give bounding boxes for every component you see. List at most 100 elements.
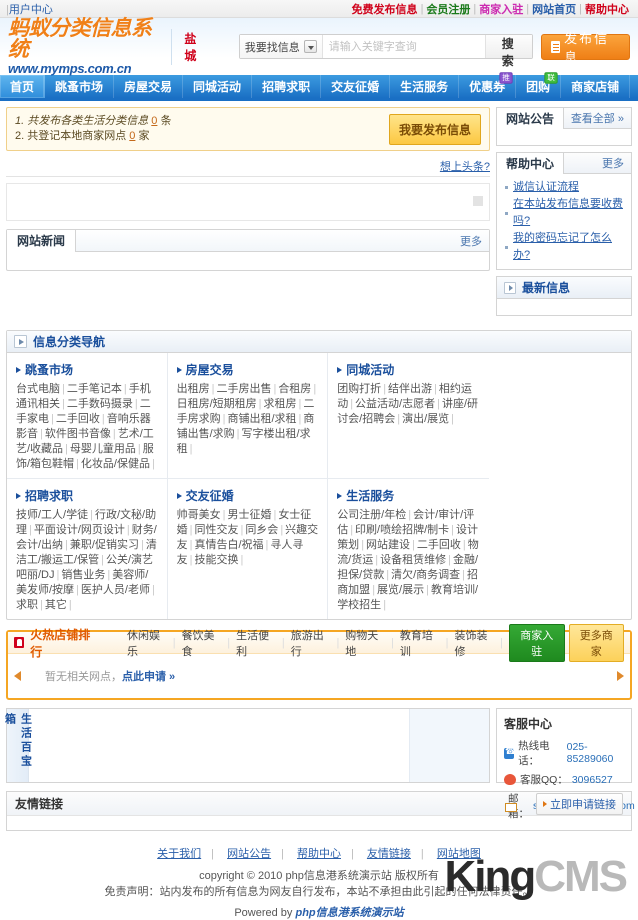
help-link-fee[interactable]: 在本站发布信息要收费吗?: [513, 196, 623, 230]
apply-here-link[interactable]: 点此申请 »: [122, 671, 175, 683]
footer-link-about[interactable]: 关于我们: [157, 848, 201, 860]
category-link[interactable]: 销售业务: [61, 569, 105, 581]
category-group-title[interactable]: 同城活动: [337, 361, 480, 378]
category-link[interactable]: 结伴出游: [388, 383, 432, 395]
category-link[interactable]: 商铺出租/求租: [227, 413, 296, 425]
footer-link-help[interactable]: 帮助中心: [297, 848, 341, 860]
free-post-link[interactable]: 免费发布信息: [352, 1, 418, 17]
user-center-link[interactable]: 用户中心: [9, 4, 53, 16]
category-group-flea-market: 跳蚤市场 台式电脑 | 二手笔记本 | 手机通讯相关 | 二手数码摄录 | 二手家电 | 二手回收 |…: [7, 353, 168, 479]
category-link[interactable]: 展览/展示: [377, 584, 424, 596]
search-type-select[interactable]: 我要找信息: [239, 35, 323, 58]
category-link[interactable]: 印刷/喷绘招牌/制卡: [355, 524, 449, 536]
merchant-join-link[interactable]: 商家入驻: [479, 1, 523, 17]
category-title-text: 交友征婚: [185, 489, 234, 503]
category-group-dating: 交友征婚 帅哥美女 | 男士征婚 | 女士征婚 | 同性交友 | 同乡会 | 兴趣交友 | 真情告白/祝…: [168, 479, 329, 619]
member-register-link[interactable]: 会员注册: [426, 1, 470, 17]
help-center-link[interactable]: 帮助中心: [585, 1, 629, 17]
help-center-panel: 帮助中心 更多 诚信认证流程 在本站发布信息要收费吗? 我的密码忘记了怎么办?: [496, 152, 632, 270]
post-info-button[interactable]: 我要发布信息: [388, 113, 481, 145]
category-group-title[interactable]: 招聘求职: [16, 487, 158, 504]
category-link[interactable]: 技师/工人/学徒: [16, 509, 88, 521]
category-link[interactable]: 同性交友: [194, 524, 238, 536]
category-link[interactable]: 化妆品/保健品: [81, 458, 150, 470]
want-headline-link[interactable]: 想上头条?: [440, 158, 490, 174]
apply-link-button[interactable]: 立即申请链接: [536, 792, 623, 815]
category-link[interactable]: 技能交换: [194, 554, 238, 566]
category-link[interactable]: 出租房: [177, 383, 210, 395]
category-link[interactable]: 网站建设: [366, 539, 410, 551]
apply-link-label: 立即申请链接: [550, 798, 616, 811]
nav-item-life-services[interactable]: 生活服务: [390, 75, 460, 98]
nav-item-dating[interactable]: 交友征婚: [321, 75, 391, 98]
nav-item-home[interactable]: 首页: [0, 75, 46, 98]
carousel-next-icon[interactable]: [617, 671, 624, 681]
category-link[interactable]: 男士征婚: [227, 509, 271, 521]
category-link[interactable]: 母婴儿童用品: [70, 443, 136, 455]
category-link[interactable]: 二手数码摄录: [67, 398, 133, 410]
category-link[interactable]: 真情告白/祝福: [194, 539, 263, 551]
category-link[interactable]: 软件图书音像: [45, 428, 111, 440]
category-link[interactable]: 医护人员/老师: [81, 584, 150, 596]
category-group-title[interactable]: 跳蚤市场: [16, 361, 158, 378]
service-qq-value[interactable]: 3096527: [572, 774, 613, 786]
nav-item-flea-market[interactable]: 跳蚤市场: [45, 75, 115, 98]
category-link[interactable]: 帅哥美女: [177, 509, 221, 521]
banner-ad-slot[interactable]: [6, 183, 490, 221]
category-link[interactable]: 团购打折: [337, 383, 381, 395]
category-group-title[interactable]: 交友征婚: [176, 487, 319, 504]
category-link[interactable]: 公益活动/志愿者: [355, 398, 435, 410]
nav-item-merchant-shops[interactable]: 商家店铺: [561, 75, 631, 98]
category-link[interactable]: 二手房出售: [216, 383, 271, 395]
nav-item-jobs[interactable]: 招聘求职: [252, 75, 322, 98]
help-link-credit[interactable]: 诚信认证流程: [513, 179, 579, 196]
nav-item-housing[interactable]: 房屋交易: [114, 75, 184, 98]
pipe-separator: |: [473, 2, 477, 15]
category-link[interactable]: 平面设计/网页设计: [34, 524, 125, 536]
help-center-more-link[interactable]: 更多: [602, 155, 631, 171]
announcement-more-link[interactable]: 查看全部 »: [571, 110, 631, 126]
stats-shops-count[interactable]: 0: [129, 130, 135, 142]
arrow-right-icon: [543, 800, 547, 807]
category-link[interactable]: 求职: [16, 599, 38, 611]
list-item: 诚信认证流程: [505, 179, 623, 196]
nav-item-city-activities[interactable]: 同城活动: [183, 75, 253, 98]
category-link[interactable]: 台式电脑: [16, 383, 60, 395]
category-link[interactable]: 合租房: [278, 383, 311, 395]
category-link[interactable]: 公司注册/年检: [337, 509, 406, 521]
powered-name[interactable]: php信息港系统演示站: [295, 907, 403, 919]
search-button[interactable]: 搜 索: [484, 35, 532, 68]
site-logo[interactable]: 蚂蚁分类信息系统 www.mymps.com.cn: [8, 18, 171, 75]
category-link[interactable]: 二手笔记本: [67, 383, 122, 395]
site-home-link[interactable]: 网站首页: [532, 1, 576, 17]
nav-item-group-buy[interactable]: 团购 联: [516, 72, 562, 98]
category-link[interactable]: 同乡会: [245, 524, 278, 536]
category-group-title[interactable]: 生活服务: [337, 487, 480, 504]
category-link[interactable]: 清欠/商务调查: [391, 569, 460, 581]
nav-item-coupons[interactable]: 优惠券 推: [459, 72, 517, 98]
nav-label: 跳蚤市场: [55, 80, 104, 94]
help-link-password[interactable]: 我的密码忘记了怎么办?: [513, 230, 623, 264]
announcement-body: [497, 129, 631, 145]
announcement-title: 网站公告: [497, 108, 565, 129]
category-link[interactable]: 其它: [45, 599, 67, 611]
footer-link-friends[interactable]: 友情链接: [367, 848, 411, 860]
logo-url: www.mymps.com.cn: [8, 61, 132, 76]
carousel-prev-icon[interactable]: [14, 671, 21, 681]
search-input[interactable]: [322, 35, 485, 58]
category-link[interactable]: 设备租赁维修: [380, 554, 446, 566]
category-link[interactable]: 求租房: [264, 398, 297, 410]
stats-info-count[interactable]: 0: [151, 115, 157, 127]
category-link[interactable]: 二手回收: [56, 413, 100, 425]
category-link[interactable]: 兼职/促销实习: [70, 539, 139, 551]
category-link[interactable]: 日租房/短期租房: [177, 398, 257, 410]
footer-link-announcements[interactable]: 网站公告: [227, 848, 271, 860]
city-selector[interactable]: 盐城: [171, 28, 216, 65]
category-links: 团购打折 | 结伴出游 | 相约运动 | 公益活动/志愿者 | 讲座/研讨会/招聘会 | 演出/展览…: [337, 383, 479, 425]
category-link[interactable]: 演出/展览: [402, 413, 449, 425]
publish-info-button[interactable]: 发布信息: [540, 31, 630, 65]
nav-item-news[interactable]: 新闻资讯: [630, 75, 638, 98]
category-link[interactable]: 二手回收: [417, 539, 461, 551]
category-group-title[interactable]: 房屋交易: [176, 361, 319, 378]
site-news-more-link[interactable]: 更多: [460, 233, 482, 249]
